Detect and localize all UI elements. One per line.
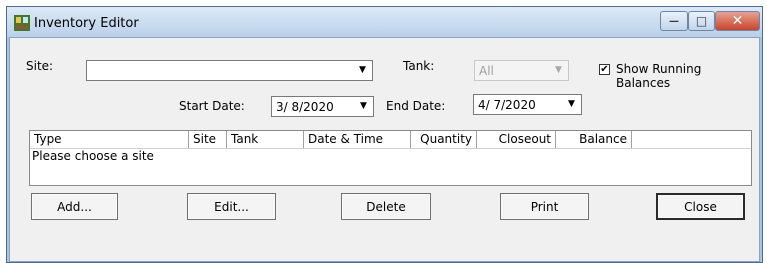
column-header-site[interactable]: Site [189,131,227,148]
site-label: Site: [26,59,54,73]
column-header-tank[interactable]: Tank [227,131,304,148]
close-icon: ✕ [731,13,744,29]
chevron-down-icon: ▼ [360,101,367,111]
close-window-button[interactable]: ✕ [715,11,760,31]
add-button[interactable]: Add... [31,193,118,220]
print-button[interactable]: Print [500,193,589,220]
title-bar[interactable]: Inventory Editor — □ ✕ [7,7,762,37]
start-date-picker[interactable]: 3/ 8/2020 ▼ [271,96,374,117]
tank-value: All [479,64,494,78]
column-header-type[interactable]: Type [30,131,189,148]
delete-button[interactable]: Delete [341,193,431,220]
start-date-value: 3/ 8/2020 [276,100,334,114]
checkmark-icon: ✔ [600,64,609,75]
end-date-value: 4/ 7/2020 [478,98,536,112]
chevron-down-icon: ▼ [359,65,366,75]
app-icon [14,15,30,31]
list-header: Type Site Tank Date & Time Quantity Clos… [30,131,751,149]
column-header-closeout[interactable]: Closeout [477,131,556,148]
site-dropdown[interactable]: ▼ [86,60,373,81]
chevron-down-icon: ▼ [555,65,562,75]
client-area: Site: ▼ Tank: All ▼ ✔ Show Running Balan… [9,37,760,262]
end-date-label: End Date: [386,99,446,113]
start-date-label: Start Date: [179,99,245,113]
column-header-balance[interactable]: Balance [556,131,632,148]
show-running-balances-label[interactable]: Show Running Balances [616,62,759,90]
inventory-list[interactable]: Type Site Tank Date & Time Quantity Clos… [29,130,752,186]
maximize-icon: □ [695,14,708,28]
inventory-editor-window: Inventory Editor — □ ✕ Site: ▼ Tank: All… [6,6,763,263]
column-header-date-time[interactable]: Date & Time [304,131,411,148]
edit-button[interactable]: Edit... [187,193,276,220]
show-running-balances-checkbox[interactable]: ✔ [599,64,610,75]
close-button[interactable]: Close [656,193,745,220]
minimize-button[interactable]: — [660,11,688,31]
tank-dropdown[interactable]: All ▼ [474,60,569,81]
maximize-button[interactable]: □ [688,11,715,31]
column-header-quantity[interactable]: Quantity [411,131,477,148]
tank-label: Tank: [403,59,435,73]
window-title: Inventory Editor [34,16,139,31]
minimize-icon: — [669,15,679,27]
list-item[interactable]: Please choose a site [32,149,154,163]
end-date-picker[interactable]: 4/ 7/2020 ▼ [473,94,582,115]
chevron-down-icon: ▼ [568,99,575,109]
